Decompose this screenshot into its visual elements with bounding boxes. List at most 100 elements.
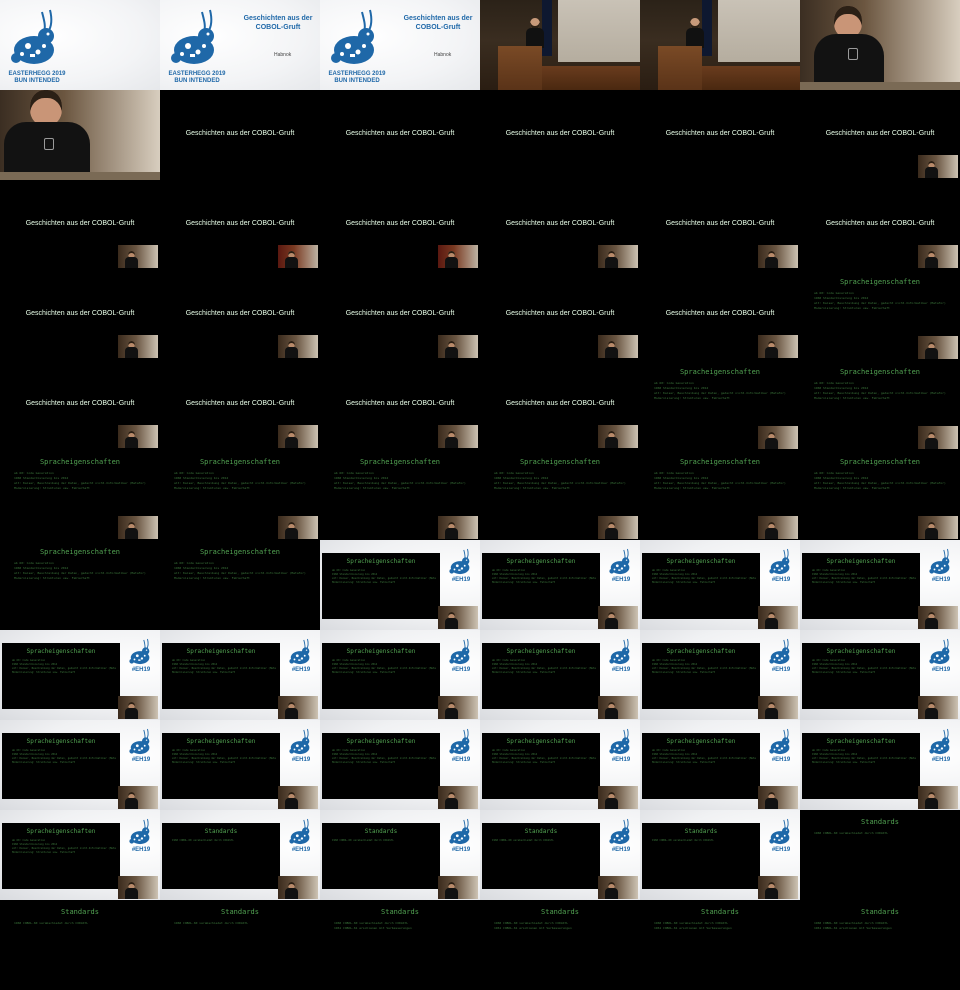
- video-thumbnail[interactable]: Geschichten aus der COBOL-Gruft: [640, 180, 800, 270]
- video-thumbnail[interactable]: Standards 1960 COBOL-60 verabschiedet dur…: [480, 900, 640, 990]
- video-thumbnail[interactable]: [640, 0, 800, 90]
- slide-heading: Standards: [861, 818, 899, 826]
- video-thumbnail[interactable]: Standards 1960 COBOL-60 verabschiedet dur…: [800, 810, 960, 900]
- video-thumbnail[interactable]: Spracheigenschaften ab 60: Code Generatio…: [640, 630, 800, 720]
- video-thumbnail[interactable]: Geschichten aus der COBOL-Gruft: [160, 90, 320, 180]
- video-thumbnail[interactable]: Spracheigenschaften ab 60: Code Generatio…: [800, 360, 960, 450]
- slide-heading: Spracheigenschaften: [679, 458, 761, 466]
- speaker-camera-inset: [438, 335, 478, 358]
- video-thumbnail[interactable]: Spracheigenschaften ab 60: Code Generatio…: [480, 450, 640, 540]
- video-thumbnail[interactable]: Spracheigenschaften ab 60: Code Generatio…: [160, 630, 320, 720]
- video-thumbnail[interactable]: Geschichten aus der COBOL-Gruft: [320, 360, 480, 450]
- video-thumbnail[interactable]: Geschichten aus der COBOL-Gruft: [480, 90, 640, 180]
- video-thumbnail[interactable]: Standards 1960 COBOL-60 verabschiedet dur…: [160, 900, 320, 990]
- video-thumbnail[interactable]: Spracheigenschaften ab 60: Code Generatio…: [320, 450, 480, 540]
- speaker-camera-inset: [758, 335, 798, 358]
- slide-body: ab 60: Code Generation 1960 Standardisier…: [494, 471, 634, 491]
- slide-heading: Spracheigenschaften: [26, 828, 96, 835]
- event-motto: BUN INTENDED: [334, 78, 380, 84]
- video-thumbnail[interactable]: Spracheigenschaften ab 60: Code Generatio…: [160, 540, 320, 630]
- video-thumbnail[interactable]: Geschichten aus der COBOL-Gruft: [640, 90, 800, 180]
- speaker-body: [765, 798, 778, 809]
- video-thumbnail[interactable]: [800, 0, 960, 90]
- video-thumbnail[interactable]: Spracheigenschaften ab 60: Code Generatio…: [320, 720, 480, 810]
- slide-frame: Spracheigenschaften ab 60: Code Generatio…: [482, 553, 600, 619]
- video-thumbnail[interactable]: Standards 1960 COBOL-60 verabschiedet dur…: [0, 900, 160, 990]
- bunny-logo-icon: [609, 548, 630, 575]
- slide-frame: Standards 1960 COBOL-60 verabschiedet dur…: [642, 823, 760, 889]
- video-thumbnail[interactable]: Spracheigenschaften ab 60: Code Generatio…: [320, 630, 480, 720]
- speaker-camera-inset: [278, 516, 318, 539]
- video-thumbnail[interactable]: EASTERHEGG 2019 BUN INTENDED: [0, 0, 160, 90]
- video-thumbnail[interactable]: Spracheigenschaften ab 60: Code Generatio…: [640, 540, 800, 630]
- slide-body: ab 60: Code Generation 1960 Standardisier…: [12, 839, 116, 855]
- video-thumbnail[interactable]: Geschichten aus der COBOL-Gruft: [160, 180, 320, 270]
- video-thumbnail[interactable]: Spracheigenschaften ab 60: Code Generatio…: [800, 630, 960, 720]
- video-thumbnail[interactable]: Spracheigenschaften ab 60: Code Generatio…: [0, 450, 160, 540]
- speaker-name: Habnok: [434, 52, 452, 58]
- video-thumbnail[interactable]: Spracheigenschaften ab 60: Code Generatio…: [160, 450, 320, 540]
- video-thumbnail[interactable]: Spracheigenschaften ab 60: Code Generatio…: [0, 630, 160, 720]
- video-thumbnail[interactable]: Geschichten aus der COBOL-Gruft: [0, 270, 160, 360]
- video-thumbnail[interactable]: Geschichten aus der COBOL-Gruft: [480, 360, 640, 450]
- video-thumbnail[interactable]: [480, 0, 640, 90]
- video-thumbnail[interactable]: Geschichten aus der COBOL-Gruft: [0, 180, 160, 270]
- video-thumbnail[interactable]: Geschichten aus der COBOL-Gruft: [480, 180, 640, 270]
- slide-heading: Spracheigenschaften: [346, 558, 416, 565]
- video-thumbnail[interactable]: EASTERHEGG 2019 BUN INTENDED Geschichten a…: [160, 0, 320, 90]
- video-thumbnail[interactable]: Standards 1960 COBOL-60 verabschiedet dur…: [320, 900, 480, 990]
- video-thumbnail[interactable]: Geschichten aus der COBOL-Gruft: [320, 270, 480, 360]
- speaker-body: [925, 618, 938, 629]
- slide-text-line: 1960 COBOL-60 verabschiedet durch CODASY…: [814, 831, 889, 835]
- slide-title: Geschichten aus der COBOL-Gruft: [505, 400, 615, 407]
- video-thumbnail[interactable]: Standards 1960 COBOL-60 verabschiedet dur…: [480, 810, 640, 900]
- video-thumbnail[interactable]: Spracheigenschaften ab 60: Code Generatio…: [0, 540, 160, 630]
- video-thumbnail[interactable]: Spracheigenschaften ab 60: Code Generatio…: [640, 450, 800, 540]
- video-thumbnail[interactable]: Spracheigenschaften ab 60: Code Generatio…: [640, 720, 800, 810]
- video-thumbnail[interactable]: Geschichten aus der COBOL-Gruft: [0, 360, 160, 450]
- video-thumbnail[interactable]: Spracheigenschaften ab 60: Code Generatio…: [320, 540, 480, 630]
- video-thumbnail[interactable]: Spracheigenschaften ab 60: Code Generatio…: [800, 720, 960, 810]
- video-thumbnail[interactable]: Geschichten aus der COBOL-Gruft: [160, 360, 320, 450]
- video-thumbnail[interactable]: Standards 1960 COBOL-60 verabschiedet dur…: [320, 810, 480, 900]
- slide-heading: Spracheigenschaften: [346, 648, 416, 655]
- slide-body: 1960 COBOL-60 verabschiedet durch CODASY…: [814, 831, 954, 836]
- video-thumbnail[interactable]: Spracheigenschaften ab 60: Code Generatio…: [0, 810, 160, 900]
- video-thumbnail[interactable]: Spracheigenschaften ab 60: Code Generatio…: [480, 540, 640, 630]
- stage-desk: [540, 66, 640, 90]
- video-thumbnail[interactable]: Spracheigenschaften ab 60: Code Generatio…: [640, 360, 800, 450]
- video-thumbnail[interactable]: Spracheigenschaften ab 60: Code Generatio…: [480, 630, 640, 720]
- video-thumbnail[interactable]: Spracheigenschaften ab 60: Code Generatio…: [800, 450, 960, 540]
- slide-title: Geschichten aus der COBOL-Gruft: [505, 220, 615, 227]
- video-thumbnail[interactable]: [0, 90, 160, 180]
- video-thumbnail[interactable]: Standards 1960 COBOL-60 verabschiedet dur…: [160, 810, 320, 900]
- video-thumbnail[interactable]: Geschichten aus der COBOL-Gruft: [320, 180, 480, 270]
- speaker-body: [445, 708, 458, 719]
- slide-title: Geschichten aus der COBOL-Gruft: [665, 220, 775, 227]
- video-thumbnail[interactable]: EASTERHEGG 2019 BUN INTENDED Geschichten a…: [320, 0, 480, 90]
- slide-frame: Spracheigenschaften ab 60: Code Generatio…: [2, 823, 120, 889]
- video-thumbnail[interactable]: Geschichten aus der COBOL-Gruft: [480, 270, 640, 360]
- video-thumbnail[interactable]: Standards 1960 COBOL-60 verabschiedet dur…: [640, 810, 800, 900]
- slide-body: ab 60: Code Generation 1960 Standardisier…: [332, 569, 436, 585]
- slide-text-line: 1960 COBOL-60 verabschiedet durch CODASY…: [332, 839, 394, 842]
- speaker-camera-inset: [918, 606, 958, 629]
- bunny-logo-icon: [929, 728, 950, 755]
- video-thumbnail[interactable]: Standards 1960 COBOL-60 verabschiedet dur…: [640, 900, 800, 990]
- video-thumbnail[interactable]: Geschichten aus der COBOL-Gruft: [160, 270, 320, 360]
- speaker-body: [925, 798, 938, 809]
- event-hashtag: #EH19: [451, 667, 471, 673]
- video-thumbnail[interactable]: Spracheigenschaften ab 60: Code Generatio…: [800, 270, 960, 360]
- video-thumbnail[interactable]: Spracheigenschaften ab 60: Code Generatio…: [480, 720, 640, 810]
- video-thumbnail[interactable]: Geschichten aus der COBOL-Gruft: [800, 180, 960, 270]
- video-thumbnail[interactable]: Standards 1960 COBOL-60 verabschiedet dur…: [800, 900, 960, 990]
- video-thumbnail[interactable]: Spracheigenschaften ab 60: Code Generatio…: [800, 540, 960, 630]
- slide-body: ab 60: Code Generation 1960 Standardisier…: [14, 561, 154, 581]
- video-thumbnail[interactable]: Geschichten aus der COBOL-Gruft: [800, 90, 960, 180]
- video-thumbnail[interactable]: Spracheigenschaften ab 60: Code Generatio…: [0, 720, 160, 810]
- video-thumbnail[interactable]: Geschichten aus der COBOL-Gruft: [640, 270, 800, 360]
- slide-text-line: Modernisierung: Strukturen usw. Fehlerha…: [174, 486, 250, 490]
- speaker-figure: [4, 90, 90, 180]
- video-thumbnail[interactable]: Spracheigenschaften ab 60: Code Generatio…: [160, 720, 320, 810]
- video-thumbnail[interactable]: Geschichten aus der COBOL-Gruft: [320, 90, 480, 180]
